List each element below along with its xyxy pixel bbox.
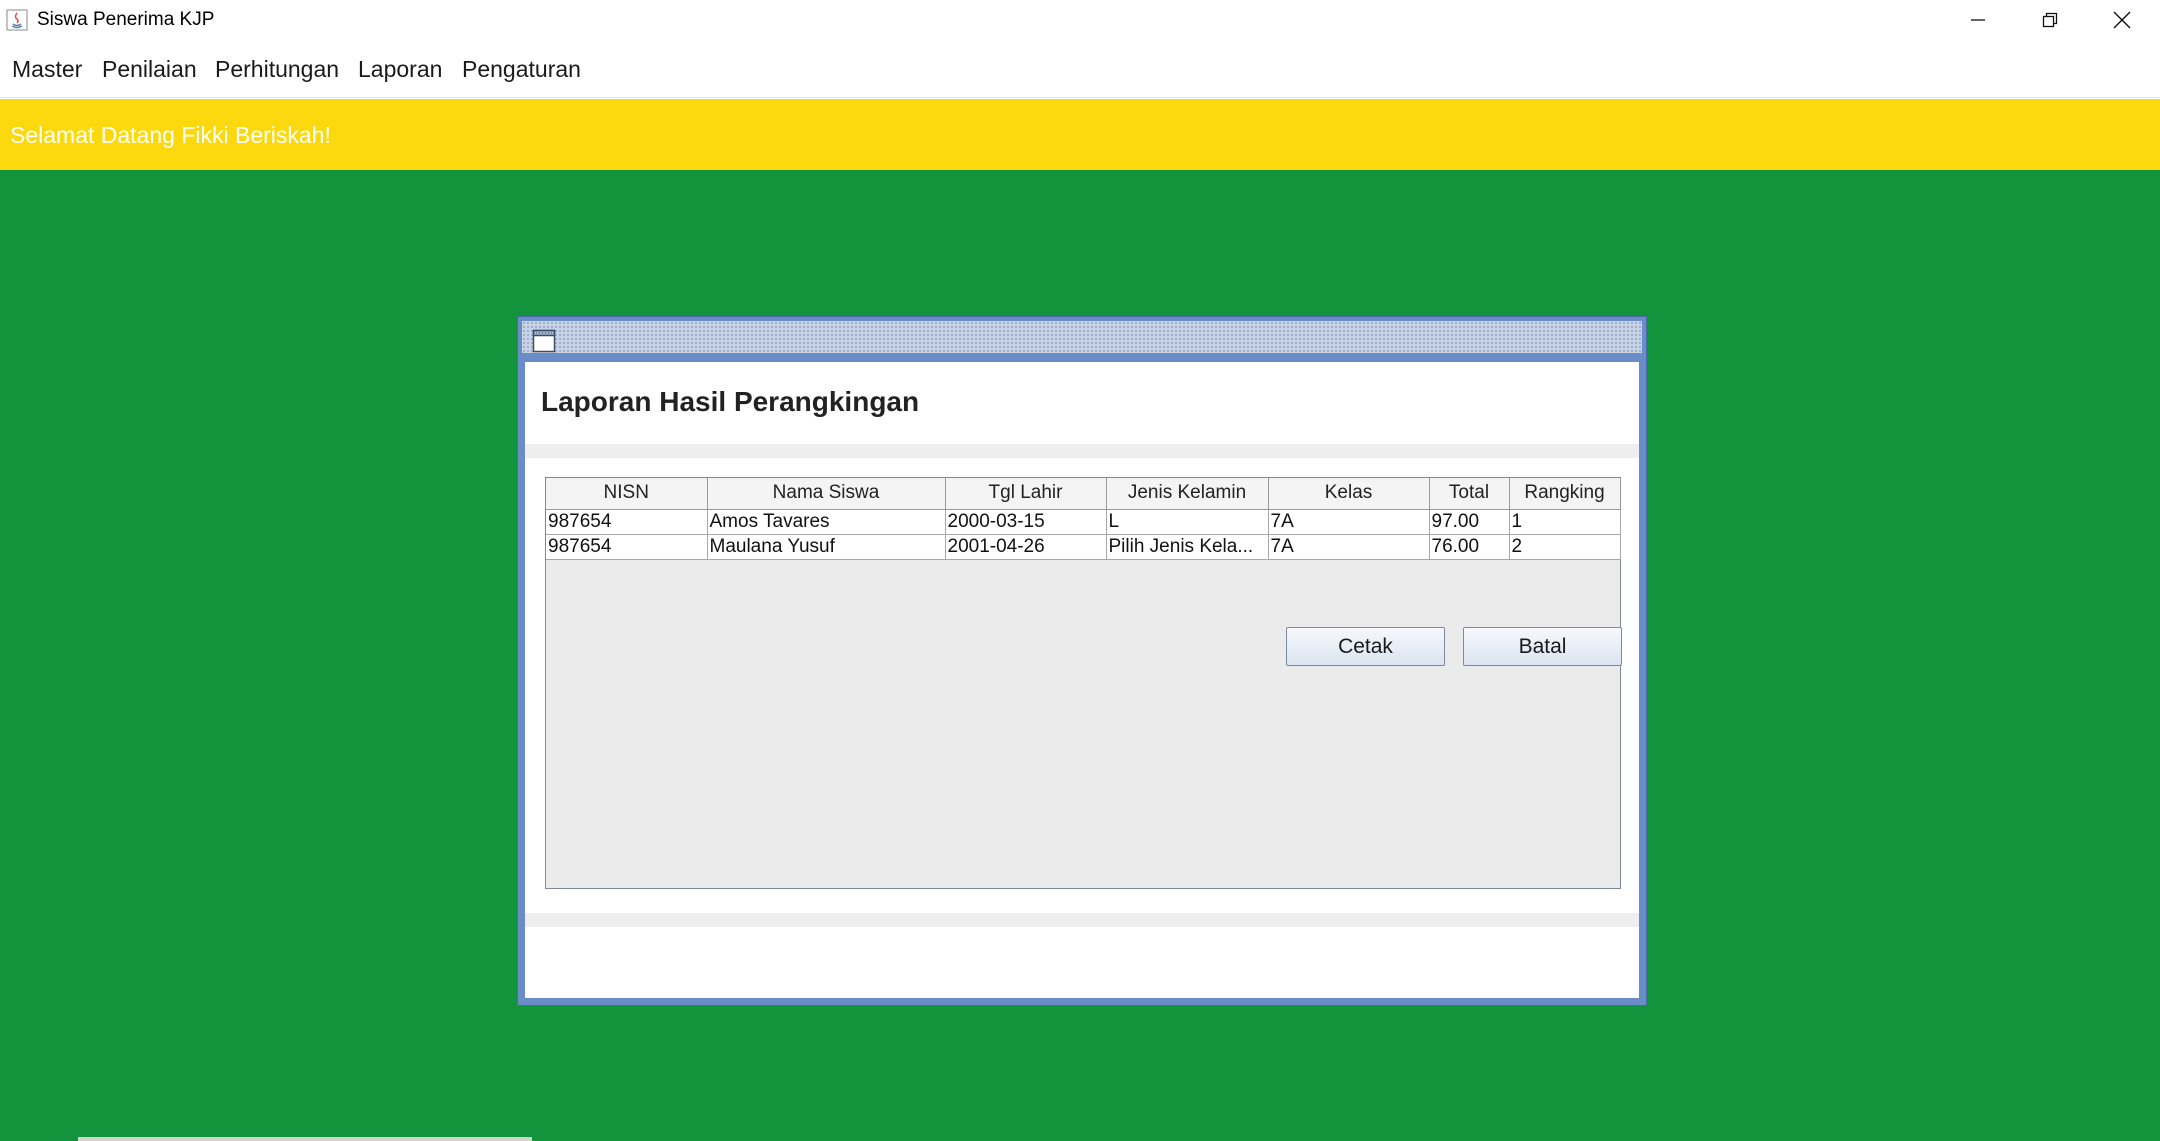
window-title: Siswa Penerima KJP [37, 9, 215, 30]
column-header-nama-siswa[interactable]: Nama Siswa [707, 478, 946, 510]
cell-nisn: 987654 [546, 509, 708, 535]
report-panel: Laporan Hasil Perangkingan NISN Nama Sis… [525, 362, 1639, 998]
divider [525, 444, 1639, 458]
menu-perhitungan[interactable]: Perhitungan [215, 56, 339, 83]
column-header-nisn[interactable]: NISN [546, 478, 708, 510]
report-table-scrollpane[interactable]: NISN Nama Siswa Tgl Lahir Jenis Kelamin … [545, 477, 1621, 889]
minimize-icon [1971, 19, 1985, 21]
bottom-strip [78, 1137, 532, 1141]
report-title: Laporan Hasil Perangkingan [541, 386, 920, 417]
print-button[interactable]: Cetak [1286, 627, 1445, 666]
column-header-rangking[interactable]: Rangking [1509, 478, 1621, 510]
menu-pengaturan[interactable]: Pengaturan [462, 56, 581, 83]
restore-button[interactable] [2014, 0, 2086, 40]
close-button[interactable] [2086, 0, 2158, 40]
welcome-banner: Selamat Datang Fikki Beriskah! [0, 99, 2160, 170]
cell-nama-siswa: Amos Tavares [707, 509, 946, 535]
table-row[interactable]: 987654 Maulana Yusuf 2001-04-26 Pilih Je… [546, 534, 1621, 560]
menu-bar: Master Penilaian Perhitungan Laporan Pen… [0, 40, 2160, 98]
cancel-button[interactable]: Batal [1463, 627, 1622, 666]
table-header-row: NISN Nama Siswa Tgl Lahir Jenis Kelamin … [546, 478, 1621, 510]
menu-laporan[interactable]: Laporan [358, 56, 442, 83]
close-icon [2113, 11, 2131, 29]
column-header-tgl-lahir[interactable]: Tgl Lahir [945, 478, 1107, 510]
column-header-total[interactable]: Total [1429, 478, 1510, 510]
menu-penilaian[interactable]: Penilaian [102, 56, 197, 83]
table-row[interactable]: 987654 Amos Tavares 2000-03-15 L 7A 97.0… [546, 509, 1621, 535]
internal-frame-titlebar[interactable] [522, 321, 1642, 353]
column-header-jenis-kelamin[interactable]: Jenis Kelamin [1106, 478, 1269, 510]
window-titlebar: Siswa Penerima KJP [0, 0, 2160, 40]
cell-jenis-kelamin: L [1106, 509, 1269, 535]
cell-rangking: 1 [1509, 509, 1621, 535]
cell-jenis-kelamin: Pilih Jenis Kela... [1106, 534, 1269, 560]
welcome-text: Selamat Datang Fikki Beriskah! [10, 122, 331, 148]
minimize-button[interactable] [1942, 0, 2014, 40]
cell-total: 76.00 [1429, 534, 1510, 560]
cell-tgl-lahir: 2000-03-15 [945, 509, 1107, 535]
cell-nama-siswa: Maulana Yusuf [707, 534, 946, 560]
cell-rangking: 2 [1509, 534, 1621, 560]
menu-master[interactable]: Master [12, 56, 82, 83]
window-icon [532, 329, 556, 353]
column-header-kelas[interactable]: Kelas [1268, 478, 1430, 510]
restore-icon [2042, 12, 2058, 28]
java-app-icon [6, 9, 28, 31]
cell-kelas: 7A [1268, 534, 1430, 560]
ranking-table: NISN Nama Siswa Tgl Lahir Jenis Kelamin … [546, 478, 1621, 560]
cell-nisn: 987654 [546, 534, 708, 560]
cell-tgl-lahir: 2001-04-26 [945, 534, 1107, 560]
cell-total: 97.00 [1429, 509, 1510, 535]
divider [525, 913, 1639, 927]
cell-kelas: 7A [1268, 509, 1430, 535]
